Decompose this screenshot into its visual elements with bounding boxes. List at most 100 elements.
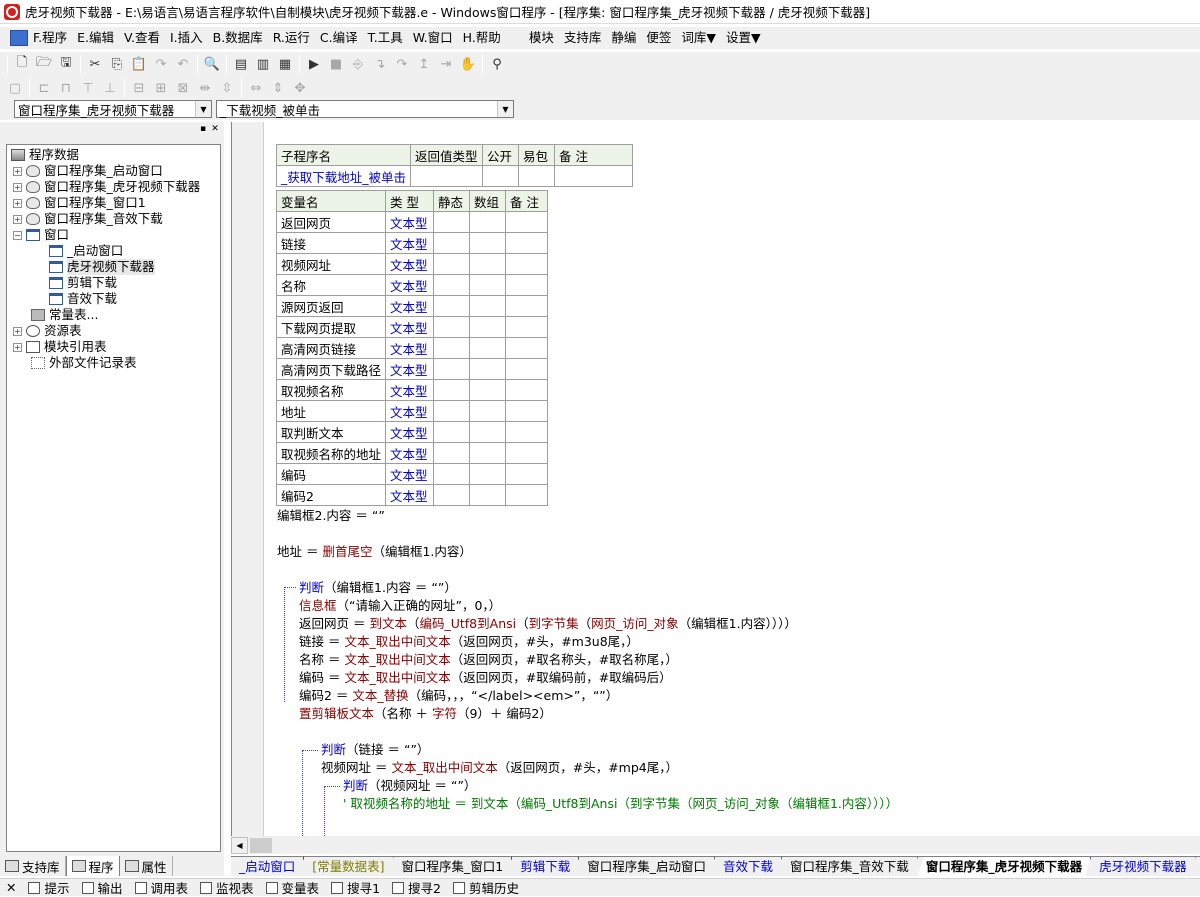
variable-row[interactable]: 链接 文本型 [275,232,549,254]
variable-cell[interactable] [433,442,471,464]
variable-row[interactable]: 视频网址 文本型 [275,253,549,275]
align-top-icon[interactable]: ⊤ [77,78,99,98]
space-v-icon[interactable]: ⇳ [216,78,238,98]
find-icon[interactable]: 🔍 [201,54,223,74]
variable-cell[interactable] [469,442,507,464]
binoculars-icon[interactable]: ⚲ [486,54,508,74]
menu-run[interactable]: R.运行 [268,28,315,48]
variable-type-cell[interactable]: 文本型 [385,295,435,317]
same-height-icon[interactable]: ⊞ [150,78,172,98]
chevron-down-icon[interactable]: ▼ [497,101,513,117]
variable-cell[interactable] [469,232,507,254]
document-tab[interactable]: 虎牙视频下载器 [1091,857,1196,876]
variable-name-cell[interactable]: 下载网页提取 [275,316,387,338]
menu-compile[interactable]: C.编译 [315,28,363,48]
variable-name-cell[interactable]: 地址 [275,400,387,422]
variable-cell[interactable] [505,295,549,317]
variable-cell[interactable] [505,274,549,296]
variable-cell[interactable] [505,316,549,338]
variable-cell[interactable] [433,211,471,233]
code-line[interactable]: 判断（链接 ＝ “”） [321,741,429,759]
scroll-thumb[interactable] [250,837,272,853]
tab-support-lib[interactable]: 支持库 [0,856,66,876]
code-editor[interactable]: 子程序名 返回值类型 公开 易包 备 注 _获取下载地址_被单击 变量名 类 型… [231,122,1200,836]
variable-cell[interactable] [433,484,471,506]
variable-name-cell[interactable]: 链接 [275,232,387,254]
scroll-left-icon[interactable]: ◀ [231,836,248,854]
document-tab[interactable]: [常量数据表] [304,857,393,876]
tree-item-huya-window[interactable]: 虎牙视频下载器 [49,259,155,275]
tab-call-stack[interactable]: 调用表 [129,879,195,897]
tree-item-windows[interactable]: − 窗口 [13,227,69,243]
variable-cell[interactable] [469,274,507,296]
menu-program[interactable]: F.程序 [28,28,72,48]
tree-item-assembly-window1[interactable]: + 窗口程序集_窗口1 [13,195,146,211]
variable-cell[interactable] [505,337,549,359]
tree-item-assembly-huya[interactable]: + 窗口程序集_虎牙视频下载器 [13,179,200,195]
tree-item-assembly-start[interactable]: + 窗口程序集_启动窗口 [13,163,163,179]
tab-variables[interactable]: 变量表 [260,879,326,897]
variable-cell[interactable] [433,379,471,401]
variable-cell[interactable] [433,232,471,254]
expand-icon[interactable]: + [13,342,22,352]
variable-cell[interactable] [505,232,549,254]
variable-cell[interactable] [469,253,507,275]
variable-type-cell[interactable]: 文本型 [385,211,435,233]
code-line[interactable]: 编辑框2.内容 ＝ “” [277,507,385,525]
layout-1-icon[interactable]: ▤ [230,54,252,74]
variable-cell[interactable] [433,253,471,275]
variable-cell[interactable] [433,400,471,422]
space-h-icon[interactable]: ⇹ [194,78,216,98]
menu-module[interactable]: 模块 [524,28,559,48]
variable-cell[interactable] [469,358,507,380]
code-line[interactable]: 视频网址 ＝ 文本_取出中间文本（返回网页，#头，#mp4尾，） [321,759,678,777]
variable-name-cell[interactable]: 名称 [275,274,387,296]
subroutine-name[interactable]: _获取下载地址_被单击 [275,165,412,187]
subroutine-select[interactable]: _下载视频_被单击 ▼ [216,100,514,118]
variable-name-cell[interactable]: 取视频名称的地址 [275,442,387,464]
code-line[interactable]: 信息框（“请输入正确的网址”，0，） [299,597,501,615]
variable-name-cell[interactable]: 取视频名称 [275,379,387,401]
variable-cell[interactable] [433,274,471,296]
new-file-icon[interactable]: 🗋 [11,54,33,74]
variable-cell[interactable] [505,358,549,380]
variable-type-cell[interactable]: 文本型 [385,316,435,338]
document-tab[interactable]: 窗口程序集_启动窗口 [579,857,715,876]
variable-row[interactable]: 取视频名称的地址 文本型 [275,442,549,464]
same-size-icon[interactable]: ⊠ [172,78,194,98]
paste-icon[interactable]: 📋 [128,54,150,74]
variable-cell[interactable] [433,337,471,359]
code-line[interactable]: 判断（视频网址 ＝ “”） [343,777,476,795]
align-left-icon[interactable]: ⊏ [33,78,55,98]
horizontal-scrollbar[interactable]: ◀ [231,836,1200,854]
redo-icon[interactable]: ↷ [150,54,172,74]
variable-type-cell[interactable]: 文本型 [385,442,435,464]
tab-program[interactable]: 程序 [65,856,120,876]
variable-row[interactable]: 下载网页提取 文本型 [275,316,549,338]
tab-search1[interactable]: 搜寻1 [325,879,386,897]
tab-close[interactable]: ✕ [0,879,22,897]
expand-icon[interactable]: + [13,214,22,224]
variable-cell[interactable] [469,484,507,506]
code-line[interactable]: 链接 ＝ 文本_取出中间文本（返回网页，#头，#m3u8尾，） [299,633,639,651]
menu-settings[interactable]: 设置▼ [721,28,766,48]
variable-name-cell[interactable]: 返回网页 [275,211,387,233]
tree-item-resources[interactable]: + 资源表 [13,323,82,339]
code-line[interactable]: 判断（编辑框1.内容 ＝ “”） [299,579,457,597]
variable-cell[interactable] [505,463,549,485]
menu-edit[interactable]: E.编辑 [72,28,119,48]
variable-row[interactable]: 取判断文本 文本型 [275,421,549,443]
copy-icon[interactable]: ⎘ [106,54,128,74]
stop-icon[interactable]: ■ [325,54,347,74]
variable-name-cell[interactable]: 编码 [275,463,387,485]
code-line[interactable]: 编码 ＝ 文本_取出中间文本（返回网页，#取编码前，#取编码后） [299,669,672,687]
variable-name-cell[interactable]: 取判断文本 [275,421,387,443]
tree-item-clip-window[interactable]: 剪辑下载 [49,275,117,291]
menu-support-lib[interactable]: 支持库 [559,28,607,48]
variable-type-cell[interactable]: 文本型 [385,337,435,359]
close-icon[interactable]: ✕ [209,124,221,134]
same-width-icon[interactable]: ⊟ [128,78,150,98]
code-line[interactable]: 置剪辑板文本（名称 ＋ 字符（9）＋ 编码2） [299,705,552,723]
variable-cell[interactable] [505,484,549,506]
step-into-icon[interactable]: ↴ [369,54,391,74]
